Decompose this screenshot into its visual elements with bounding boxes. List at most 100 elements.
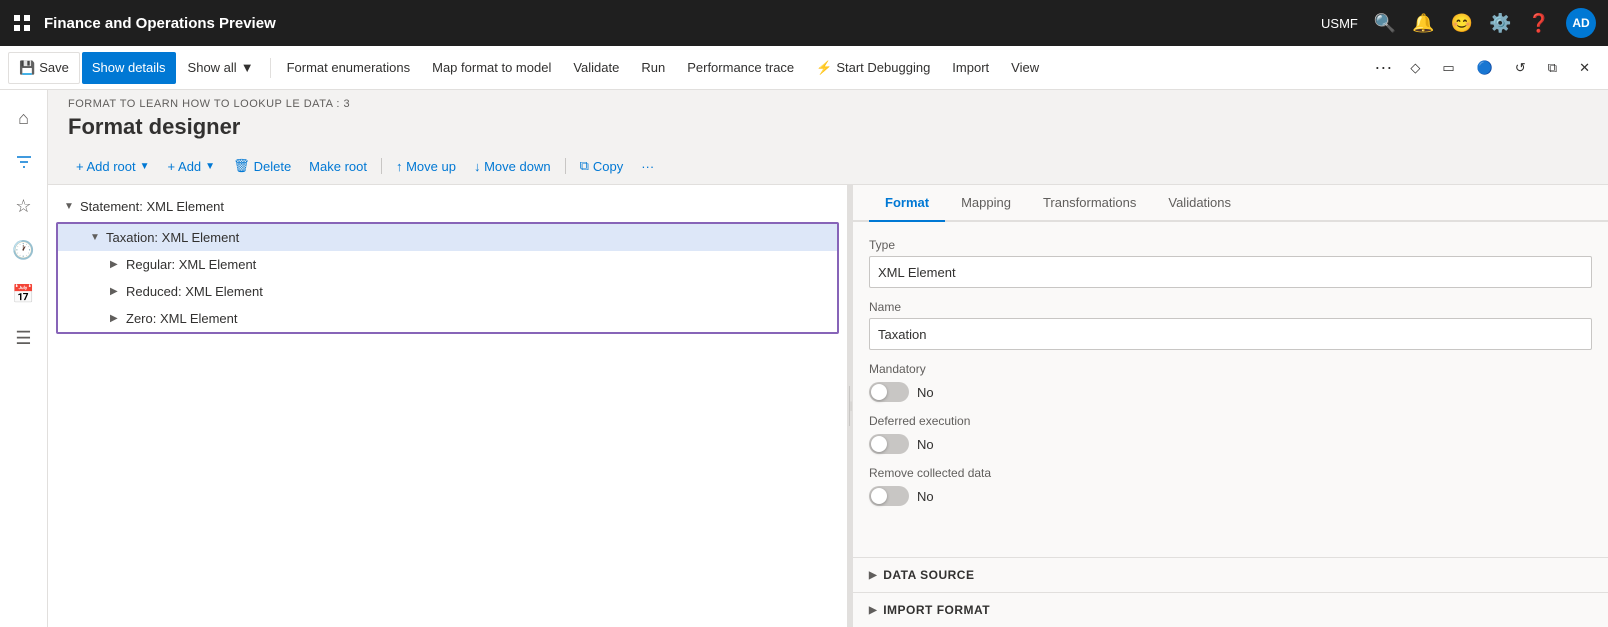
topbar: Finance and Operations Preview USMF 🔍 🔔 … (0, 0, 1608, 46)
mandatory-toggle-row: No (869, 382, 1592, 402)
cmd-separator-1 (270, 58, 271, 78)
save-icon: 💾 (19, 60, 35, 76)
deferred-toggle-knob (871, 436, 887, 452)
add-root-chevron: ▼ (140, 161, 150, 172)
tree-item-statement[interactable]: ▼ Statement: XML Element (48, 193, 847, 220)
show-all-button[interactable]: Show all ▼ (178, 52, 264, 84)
smiley-icon[interactable]: 😊 (1451, 13, 1473, 34)
restore-button[interactable]: ⧉ (1538, 52, 1567, 84)
type-label: Type (869, 238, 1592, 252)
show-all-chevron: ▼ (241, 60, 254, 75)
remove-label: Remove collected data (869, 466, 1592, 480)
format-enumerations-button[interactable]: Format enumerations (277, 52, 421, 84)
collapse-arrow-regular[interactable]: ▶ (110, 259, 122, 270)
data-source-arrow: ▶ (869, 570, 877, 581)
add-button[interactable]: + Add ▼ (160, 152, 224, 180)
map-format-button[interactable]: Map format to model (422, 52, 561, 84)
nav-filter-icon[interactable] (4, 142, 44, 182)
tab-bar: Format Mapping Transformations Validatio… (853, 185, 1608, 222)
tree-item-taxation[interactable]: ▼ Taxation: XML Element (58, 224, 837, 251)
avatar[interactable]: AD (1566, 8, 1596, 38)
badge-count-button[interactable]: 🔵 (1467, 52, 1503, 84)
import-button[interactable]: Import (942, 52, 999, 84)
add-root-button[interactable]: + Add root ▼ (68, 152, 158, 180)
delete-button[interactable]: 🗑 Delete (225, 152, 299, 180)
nav-clock-icon[interactable]: 🕐 (4, 230, 44, 270)
app-layout: ⌂ ☆ 🕐 📅 ☰ FORMAT TO LEARN HOW TO LOOKUP … (0, 90, 1608, 627)
tab-transformations[interactable]: Transformations (1027, 185, 1152, 222)
bell-icon[interactable]: 🔔 (1412, 13, 1434, 34)
props-content: Type Name Mandatory No Deferred executio… (853, 222, 1608, 557)
type-input[interactable] (869, 256, 1592, 288)
panel-icon-button[interactable]: ▭ (1432, 52, 1464, 84)
run-button[interactable]: Run (631, 52, 675, 84)
deferred-label: Deferred execution (869, 414, 1592, 428)
format-toolbar: + Add root ▼ + Add ▼ 🗑 Delete Make root … (48, 148, 1608, 185)
help-icon[interactable]: ❓ (1528, 13, 1550, 34)
tree-item-label-statement: Statement: XML Element (80, 199, 224, 214)
mandatory-value: No (917, 385, 934, 400)
collapse-arrow-zero[interactable]: ▶ (110, 313, 122, 324)
main-split: ▼ Statement: XML Element ▼ Taxation: XML… (48, 185, 1608, 627)
left-nav: ⌂ ☆ 🕐 📅 ☰ (0, 90, 48, 627)
app-title: Finance and Operations Preview (44, 15, 1309, 32)
tree-item-regular[interactable]: ▶ Regular: XML Element (58, 251, 837, 278)
move-down-button[interactable]: ↓ Move down (466, 152, 559, 180)
diamond-icon-button[interactable]: ◇ (1400, 52, 1430, 84)
close-window-button[interactable]: ✕ (1569, 52, 1600, 84)
name-label: Name (869, 300, 1592, 314)
copy-button[interactable]: ⧉ Copy (572, 152, 632, 180)
import-format-label: IMPORT FORMAT (883, 603, 990, 617)
tab-mapping[interactable]: Mapping (945, 185, 1027, 222)
move-up-button[interactable]: ↑ Move up (388, 152, 464, 180)
data-source-section[interactable]: ▶ DATA SOURCE (853, 557, 1608, 592)
tree-item-label-reduced: Reduced: XML Element (126, 284, 263, 299)
refresh-button[interactable]: ↺ (1505, 52, 1536, 84)
tab-format[interactable]: Format (869, 185, 945, 222)
show-details-button[interactable]: Show details (82, 52, 176, 84)
nav-star-icon[interactable]: ☆ (4, 186, 44, 226)
toolbar-separator-2 (565, 158, 566, 174)
copy-icon: ⧉ (580, 158, 589, 174)
debug-icon: ⚡ (816, 60, 832, 76)
collapse-arrow-reduced[interactable]: ▶ (110, 286, 122, 297)
trash-icon: 🗑 (233, 158, 250, 174)
make-root-button[interactable]: Make root (301, 152, 375, 180)
breadcrumb: FORMAT TO LEARN HOW TO LOOKUP LE DATA : … (68, 98, 1588, 110)
start-debugging-button[interactable]: ⚡ Start Debugging (806, 52, 940, 84)
mandatory-toggle-knob (871, 384, 887, 400)
toolbar-separator-1 (381, 158, 382, 174)
more-options-button[interactable]: ··· (1368, 57, 1398, 78)
tree-panel: ▼ Statement: XML Element ▼ Taxation: XML… (48, 185, 848, 627)
validate-button[interactable]: Validate (563, 52, 629, 84)
import-format-section[interactable]: ▶ IMPORT FORMAT (853, 592, 1608, 627)
name-input[interactable] (869, 318, 1592, 350)
view-button[interactable]: View (1001, 52, 1049, 84)
settings-icon[interactable]: ⚙️ (1489, 13, 1511, 34)
performance-trace-button[interactable]: Performance trace (677, 52, 804, 84)
tree-item-reduced[interactable]: ▶ Reduced: XML Element (58, 278, 837, 305)
save-button[interactable]: 💾 Save (8, 52, 80, 84)
import-format-arrow: ▶ (869, 605, 877, 616)
nav-home-icon[interactable]: ⌂ (4, 98, 44, 138)
properties-panel: Format Mapping Transformations Validatio… (853, 185, 1608, 627)
collapse-arrow-taxation[interactable]: ▼ (90, 232, 102, 243)
collapse-arrow-statement[interactable]: ▼ (64, 201, 76, 212)
search-icon[interactable]: 🔍 (1374, 13, 1396, 34)
mandatory-toggle[interactable] (869, 382, 909, 402)
deferred-toggle[interactable] (869, 434, 909, 454)
remove-value: No (917, 489, 934, 504)
nav-list-icon[interactable]: ☰ (4, 318, 44, 358)
page-title: Format designer (68, 114, 1588, 140)
add-chevron: ▼ (205, 161, 215, 172)
remove-toggle[interactable] (869, 486, 909, 506)
tree-item-label-taxation: Taxation: XML Element (106, 230, 239, 245)
user-label: USMF (1321, 16, 1358, 31)
taxation-group: ▼ Taxation: XML Element ▶ Regular: XML E… (56, 222, 839, 334)
grid-icon[interactable] (12, 13, 32, 33)
tree-item-zero[interactable]: ▶ Zero: XML Element (58, 305, 837, 332)
remove-toggle-row: No (869, 486, 1592, 506)
nav-calendar-icon[interactable]: 📅 (4, 274, 44, 314)
tab-validations[interactable]: Validations (1152, 185, 1247, 222)
more-toolbar-button[interactable]: ··· (633, 152, 662, 180)
